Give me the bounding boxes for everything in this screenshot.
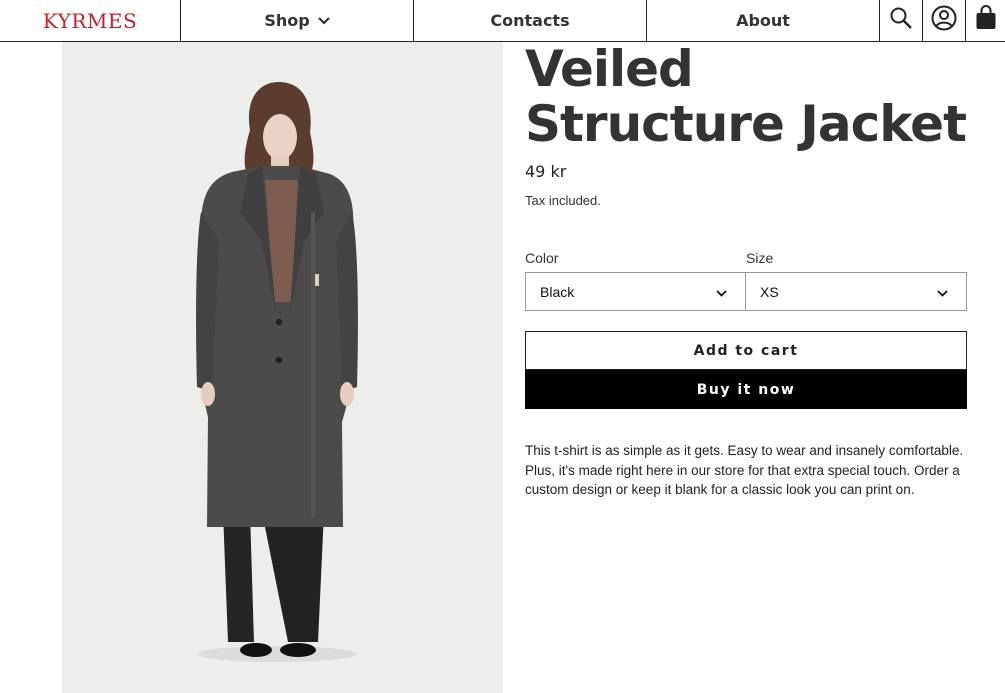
cart-button[interactable]	[966, 0, 1005, 41]
color-select-value: Black	[540, 283, 575, 300]
site-header: KYRMES Shop Contacts About	[0, 0, 1005, 42]
size-select-value: XS	[760, 283, 779, 300]
size-select[interactable]: XS	[746, 272, 967, 311]
buy-it-now-button[interactable]: Buy it now	[525, 370, 967, 409]
logo-text: KYRMES	[42, 8, 138, 33]
color-select[interactable]: Black	[525, 272, 746, 311]
nav-about[interactable]: About	[647, 0, 880, 41]
nav-contacts-label: Contacts	[490, 11, 570, 30]
color-label: Color	[525, 250, 559, 266]
header-icons	[880, 0, 1005, 41]
variant-selectors: Color Black Size XS	[525, 250, 967, 311]
product-title: Veiled Structure Jacket	[525, 40, 967, 153]
chevron-down-icon	[317, 16, 330, 25]
chevron-down-icon	[937, 284, 948, 300]
product-price: 49 kr	[525, 162, 567, 181]
add-to-cart-button[interactable]: Add to cart	[525, 331, 967, 370]
nav-shop[interactable]: Shop	[181, 0, 414, 41]
nav-contacts[interactable]: Contacts	[414, 0, 647, 41]
model-figure-illustration	[62, 42, 503, 693]
main-nav: Shop Contacts About	[181, 0, 880, 41]
product-description: This t-shirt is as simple as it gets. Ea…	[525, 443, 964, 497]
color-selector-group: Color Black	[525, 250, 746, 311]
tax-note: Tax included.	[525, 193, 601, 208]
nav-about-label: About	[736, 11, 790, 30]
account-button[interactable]	[923, 0, 966, 41]
size-selector-group: Size XS	[746, 250, 967, 311]
search-icon	[889, 6, 913, 35]
product-info: Veiled Structure Jacket 49 kr Tax includ…	[525, 42, 967, 500]
brand-logo[interactable]: KYRMES	[0, 0, 181, 41]
search-button[interactable]	[880, 0, 923, 41]
size-label: Size	[746, 250, 774, 266]
chevron-down-icon	[716, 284, 727, 300]
nav-shop-label: Shop	[264, 11, 310, 30]
cart-bag-icon	[975, 5, 997, 36]
product-image	[62, 42, 503, 693]
account-icon	[931, 5, 957, 36]
